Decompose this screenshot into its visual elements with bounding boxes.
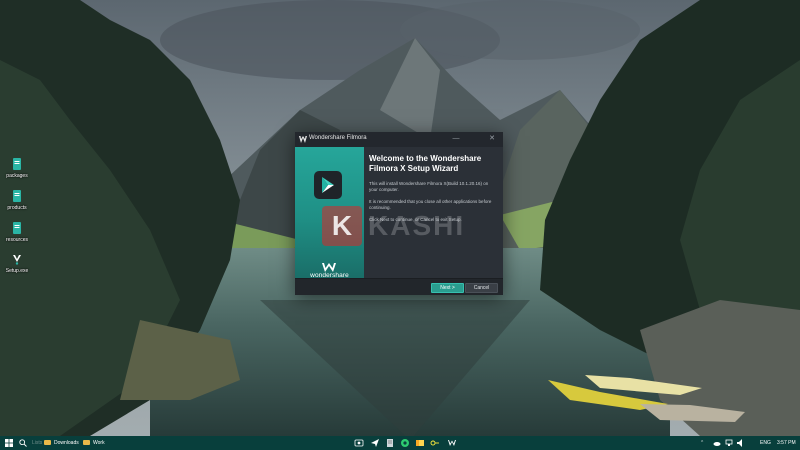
wizard-footer: Next > Cancel xyxy=(295,278,503,295)
network-tray-icon[interactable] xyxy=(724,438,734,448)
taskbar-item-work[interactable]: Work xyxy=(83,439,105,447)
cloud-tray-icon[interactable] xyxy=(712,438,722,448)
install-info-text: This will install Wondershare Filmora X(… xyxy=(369,181,489,192)
tray-chevron-icon[interactable]: ⌃ xyxy=(700,439,704,447)
notes-app-icon[interactable] xyxy=(385,438,395,448)
folder-icon xyxy=(44,439,51,445)
language-indicator[interactable]: ENG xyxy=(760,439,771,447)
setup-exe-icon xyxy=(13,255,21,265)
heading-line: Welcome to the Wondershare xyxy=(369,154,482,163)
volume-tray-icon[interactable] xyxy=(736,438,746,448)
desktop-icon-label: resources xyxy=(6,237,28,243)
close-icon[interactable]: ✕ xyxy=(487,134,497,144)
filmora-app-icon xyxy=(314,171,342,199)
cancel-button[interactable]: Cancel xyxy=(465,283,498,293)
window-title: Wondershare Filmora xyxy=(309,135,367,141)
taskbar-item-label: Work xyxy=(93,440,105,446)
window-titlebar[interactable]: Wondershare Filmora — ✕ xyxy=(295,132,503,147)
folder-file-icon xyxy=(13,190,21,202)
taskbar-item-lists[interactable]: Lists xyxy=(32,439,42,447)
taskbar: Lists Downloads Work ⌃ ENG 3:57 PM xyxy=(0,436,800,450)
heading-line: Filmora X Setup Wizard xyxy=(369,164,459,173)
taskbar-item-label: Downloads xyxy=(54,440,79,446)
windows-start-icon[interactable] xyxy=(5,439,13,447)
installer-side-banner: wondershare xyxy=(295,147,364,278)
wizard-content: Welcome to the Wondershare Filmora X Set… xyxy=(369,154,497,223)
browser-app-icon[interactable] xyxy=(400,438,410,448)
desktop-icon-products[interactable]: products xyxy=(2,190,32,211)
taskbar-item-downloads[interactable]: Downloads xyxy=(44,439,79,447)
wondershare-mark-icon xyxy=(322,263,336,272)
media-app-icon[interactable] xyxy=(354,438,364,448)
minimize-icon[interactable]: — xyxy=(451,134,461,144)
desktop-icon-label: Setup.exe xyxy=(5,268,29,274)
installer-window: Wondershare Filmora — ✕ wondershare Welc… xyxy=(295,132,503,295)
desktop-icon-resources[interactable]: resources xyxy=(2,222,32,243)
send-app-icon[interactable] xyxy=(370,438,380,448)
next-button[interactable]: Next > xyxy=(431,283,464,293)
folder-icon xyxy=(83,439,90,445)
wondershare-logo-icon xyxy=(299,136,307,143)
search-icon[interactable] xyxy=(19,439,27,447)
folder-file-icon xyxy=(13,222,21,234)
recommendation-text: It is recommended that you close all oth… xyxy=(369,199,492,210)
desktop-icon-label: packages xyxy=(6,173,28,179)
spreadsheet-app-icon[interactable] xyxy=(415,438,425,448)
desktop-icon-setup[interactable]: Setup.exe xyxy=(2,253,32,274)
wondershare-taskbar-icon[interactable] xyxy=(447,438,457,448)
wizard-heading: Welcome to the Wondershare Filmora X Set… xyxy=(369,154,497,174)
folder-file-icon xyxy=(13,158,21,170)
desktop-icon-label: products xyxy=(7,205,27,211)
clock[interactable]: 3:57 PM xyxy=(777,439,796,447)
instruction-text: Click Next to continue, or Cancel to exi… xyxy=(369,217,462,223)
desktop-icon-packages[interactable]: packages xyxy=(2,158,32,179)
key-app-icon[interactable] xyxy=(430,438,440,448)
